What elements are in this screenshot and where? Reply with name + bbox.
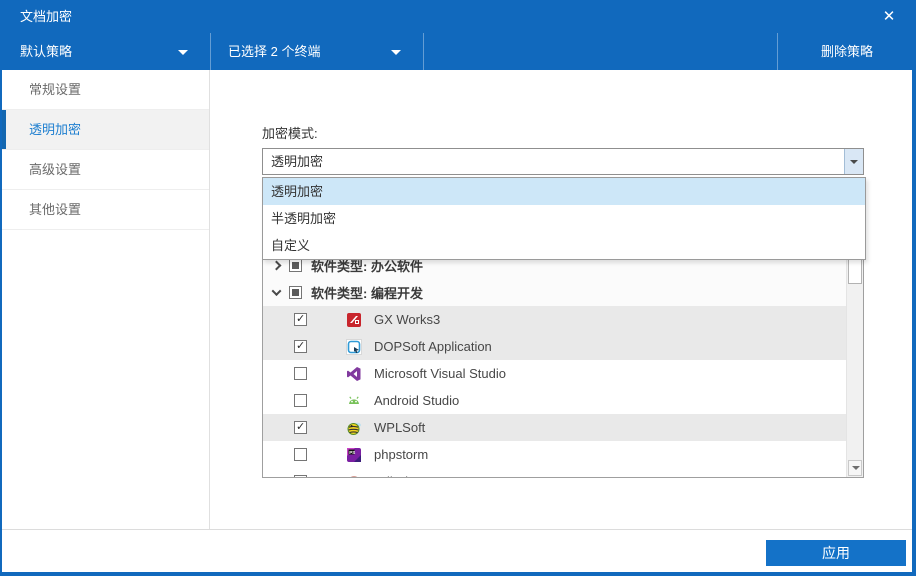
chevron-icon[interactable] [272, 286, 282, 296]
item-label: Android Studio [374, 393, 459, 408]
toolbar: 默认策略 已选择 2 个终端 删除策略 [0, 33, 916, 70]
item-checkbox[interactable] [294, 367, 307, 380]
dropdown-option-2[interactable]: 自定义 [263, 232, 865, 259]
item-checkbox[interactable] [294, 475, 307, 478]
editplus-icon [346, 474, 362, 479]
policy-selector-label: 默认策略 [20, 44, 72, 59]
software-item-row-1-1[interactable]: DOPSoft Application [263, 333, 846, 360]
chevron-down-icon [178, 50, 188, 55]
close-icon[interactable]: ✕ [876, 0, 902, 33]
sidebar-item-3[interactable]: 其他设置 [2, 190, 209, 230]
item-checkbox[interactable] [294, 340, 307, 353]
window-body: 常规设置 透明加密 高级设置 其他设置 加密模式: 透明加密 软件类型: 办公软… [2, 70, 912, 529]
item-checkbox[interactable] [294, 448, 307, 461]
list-scrollbar[interactable] [846, 252, 863, 477]
sidebar: 常规设置 透明加密 高级设置 其他设置 [2, 70, 210, 529]
scrollbar-down-button[interactable] [848, 460, 862, 476]
policy-selector[interactable]: 默认策略 [0, 33, 211, 70]
main-panel: 加密模式: 透明加密 软件类型: 办公软件 软件类型: 编程开发 GX Work… [210, 70, 912, 529]
svg-text:PS: PS [349, 449, 355, 454]
sidebar-item-1[interactable]: 透明加密 [2, 110, 209, 150]
group-checkbox[interactable] [289, 259, 302, 272]
item-label: GX Works3 [374, 312, 440, 327]
software-item-row-1-6[interactable]: EditPlus [263, 468, 846, 478]
sidebar-item-label: 其他设置 [29, 202, 81, 217]
chevron-down-icon [850, 160, 858, 164]
delete-policy-button[interactable]: 删除策略 [777, 33, 916, 70]
item-label: Microsoft Visual Studio [374, 366, 506, 381]
item-label: phpstorm [374, 447, 428, 462]
sidebar-item-2[interactable]: 高级设置 [2, 150, 209, 190]
software-item-row-1-5[interactable]: PS phpstorm [263, 441, 846, 468]
footer-bar: 应用 [2, 529, 912, 572]
item-checkbox[interactable] [294, 394, 307, 407]
encryption-mode-dropdown: 透明加密半透明加密自定义 [262, 177, 866, 260]
title-bar: 文档加密 ✕ [0, 0, 916, 33]
visual-studio-icon [346, 366, 362, 382]
dopsoft-icon [346, 339, 362, 355]
software-list-rows: 软件类型: 办公软件 软件类型: 编程开发 GX Works3 DOPSoft … [263, 252, 846, 478]
chevron-down-icon [391, 50, 401, 55]
toolbar-spacer [424, 33, 777, 70]
scrollbar-thumb[interactable] [848, 259, 862, 284]
combobox-arrow-button[interactable] [844, 149, 863, 174]
encryption-mode-combobox[interactable]: 透明加密 [262, 148, 864, 175]
sidebar-item-0[interactable]: 常规设置 [2, 70, 209, 110]
software-group-row-1[interactable]: 软件类型: 编程开发 [263, 279, 846, 306]
sidebar-item-label: 常规设置 [29, 82, 81, 97]
encryption-mode-label: 加密模式: [262, 123, 318, 142]
sidebar-item-label: 高级设置 [29, 162, 81, 177]
item-checkbox[interactable] [294, 313, 307, 326]
document-encryption-window: 文档加密 ✕ 默认策略 已选择 2 个终端 删除策略 常规设置 透明加密 高级设… [0, 0, 916, 576]
software-item-row-1-2[interactable]: Microsoft Visual Studio [263, 360, 846, 387]
group-label: 软件类型: 编程开发 [311, 283, 423, 302]
android-studio-icon [346, 393, 362, 409]
software-item-row-1-3[interactable]: Android Studio [263, 387, 846, 414]
terminal-selector-label: 已选择 2 个终端 [228, 44, 320, 59]
terminal-selector[interactable]: 已选择 2 个终端 [211, 33, 424, 70]
item-label: DOPSoft Application [374, 339, 492, 354]
wplsoft-icon [346, 420, 362, 436]
window-title: 文档加密 [20, 0, 72, 33]
item-label: EditPlus [374, 474, 422, 478]
group-checkbox[interactable] [289, 286, 302, 299]
combobox-value: 透明加密 [271, 154, 323, 169]
software-item-row-1-4[interactable]: WPLSoft [263, 414, 846, 441]
software-list: 软件类型: 办公软件 软件类型: 编程开发 GX Works3 DOPSoft … [262, 251, 864, 478]
gx-works3-icon [346, 312, 362, 328]
item-label: WPLSoft [374, 420, 425, 435]
sidebar-item-label: 透明加密 [29, 122, 81, 137]
dropdown-option-0[interactable]: 透明加密 [263, 178, 865, 205]
phpstorm-icon: PS [346, 447, 362, 463]
item-checkbox[interactable] [294, 421, 307, 434]
chevron-icon[interactable] [272, 261, 282, 271]
apply-button[interactable]: 应用 [766, 540, 906, 566]
software-item-row-1-0[interactable]: GX Works3 [263, 306, 846, 333]
dropdown-option-1[interactable]: 半透明加密 [263, 205, 865, 232]
